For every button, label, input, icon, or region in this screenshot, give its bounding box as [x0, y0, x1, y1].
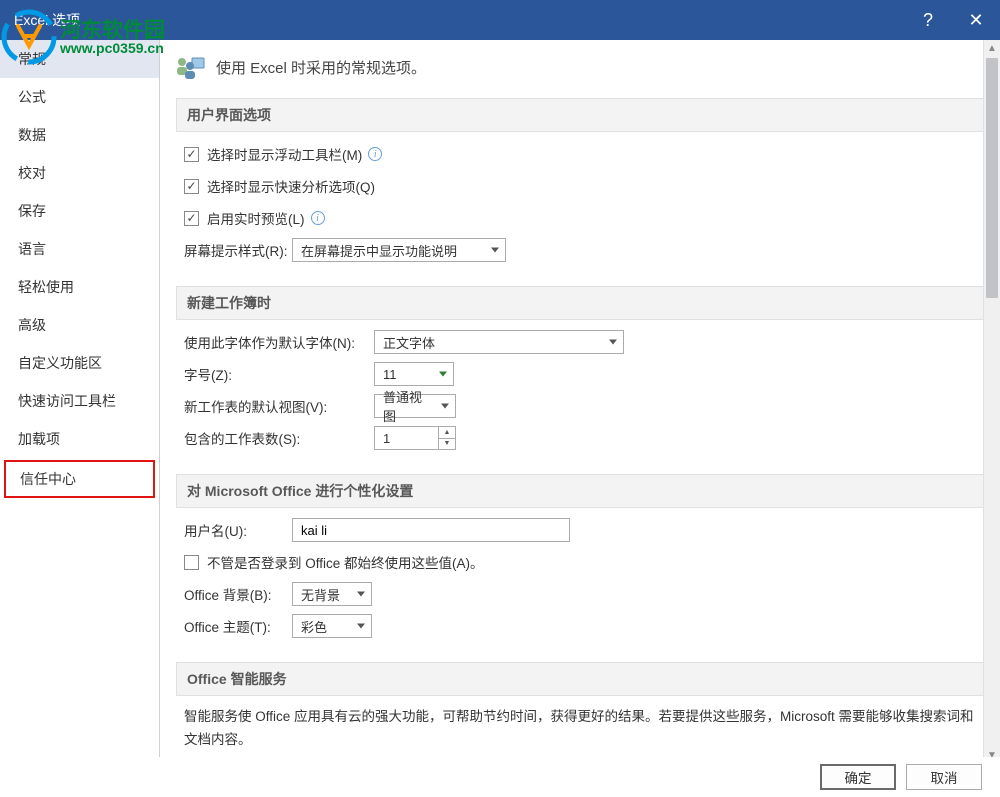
- sidebar-item-trust-center[interactable]: 信任中心: [4, 460, 155, 498]
- dropdown-default-view[interactable]: 普通视图: [374, 394, 456, 418]
- label-font-size: 字号(Z):: [184, 364, 374, 384]
- label-default-view: 新工作表的默认视图(V):: [184, 396, 374, 416]
- dialog-footer: 确定 取消: [0, 757, 1000, 797]
- section-personal-header: 对 Microsoft Office 进行个性化设置: [176, 474, 984, 508]
- sidebar-item-qat[interactable]: 快速访问工具栏: [0, 382, 159, 420]
- options-icon: [176, 54, 206, 80]
- checkbox-live-preview[interactable]: [184, 211, 199, 226]
- dropdown-screentip-style[interactable]: 在屏幕提示中显示功能说明: [292, 238, 506, 262]
- dropdown-font-size[interactable]: 11: [374, 362, 454, 386]
- sidebar-item-advanced[interactable]: 高级: [0, 306, 159, 344]
- dropdown-default-font[interactable]: 正文字体: [374, 330, 624, 354]
- content-pane: 使用 Excel 时采用的常规选项。 用户界面选项 选择时显示浮动工具栏(M) …: [160, 40, 1000, 764]
- scrollbar-thumb[interactable]: [986, 58, 998, 298]
- info-icon[interactable]: i: [311, 211, 325, 225]
- intel-description: 智能服务使 Office 应用具有云的强大功能，可帮助节约时间，获得更好的结果。…: [184, 706, 976, 752]
- label-quick-analysis: 选择时显示快速分析选项(Q): [207, 176, 375, 196]
- close-button[interactable]: ✕: [952, 0, 1000, 40]
- title-bar: Excel 选项 ? ✕: [0, 0, 1000, 40]
- checkbox-mini-toolbar[interactable]: [184, 147, 199, 162]
- cancel-button[interactable]: 取消: [906, 764, 982, 790]
- label-mini-toolbar: 选择时显示浮动工具栏(M): [207, 144, 362, 164]
- sidebar-item-ease[interactable]: 轻松使用: [0, 268, 159, 306]
- page-header: 使用 Excel 时采用的常规选项。: [216, 57, 426, 78]
- spinner-down-icon[interactable]: ▼: [439, 439, 455, 450]
- sidebar-item-addins[interactable]: 加载项: [0, 420, 159, 458]
- sidebar-item-proofing[interactable]: 校对: [0, 154, 159, 192]
- ok-button[interactable]: 确定: [820, 764, 896, 790]
- scroll-up-icon[interactable]: ▲: [984, 40, 1000, 57]
- label-default-font: 使用此字体作为默认字体(N):: [184, 332, 374, 352]
- label-always-use: 不管是否登录到 Office 都始终使用这些值(A)。: [207, 552, 484, 572]
- spinner-up-icon[interactable]: ▲: [439, 427, 455, 439]
- section-intel-header: Office 智能服务: [176, 662, 984, 696]
- label-office-theme: Office 主题(T):: [184, 616, 292, 636]
- label-office-bg: Office 背景(B):: [184, 584, 292, 604]
- label-sheet-count: 包含的工作表数(S):: [184, 428, 374, 448]
- checkbox-quick-analysis[interactable]: [184, 179, 199, 194]
- label-username: 用户名(U):: [184, 520, 292, 540]
- section-ui-header: 用户界面选项: [176, 98, 984, 132]
- sidebar-item-formulas[interactable]: 公式: [0, 78, 159, 116]
- sidebar-item-language[interactable]: 语言: [0, 230, 159, 268]
- category-sidebar: 常规 公式 数据 校对 保存 语言 轻松使用 高级 自定义功能区 快速访问工具栏…: [0, 40, 160, 764]
- dropdown-office-bg[interactable]: 无背景: [292, 582, 372, 606]
- sidebar-item-save[interactable]: 保存: [0, 192, 159, 230]
- sidebar-item-ribbon[interactable]: 自定义功能区: [0, 344, 159, 382]
- vertical-scrollbar[interactable]: ▲ ▼: [983, 40, 1000, 764]
- section-newbook-header: 新建工作簿时: [176, 286, 984, 320]
- label-live-preview: 启用实时预览(L): [207, 208, 305, 228]
- window-title: Excel 选项: [14, 10, 80, 30]
- checkbox-always-use[interactable]: [184, 555, 199, 570]
- sidebar-item-general[interactable]: 常规: [0, 40, 159, 78]
- label-screentip-style: 屏幕提示样式(R):: [184, 240, 292, 260]
- help-button[interactable]: ?: [904, 0, 952, 40]
- dropdown-office-theme[interactable]: 彩色: [292, 614, 372, 638]
- input-username[interactable]: [292, 518, 570, 542]
- info-icon[interactable]: i: [368, 147, 382, 161]
- spinner-sheet-count[interactable]: 1 ▲▼: [374, 426, 456, 450]
- sidebar-item-data[interactable]: 数据: [0, 116, 159, 154]
